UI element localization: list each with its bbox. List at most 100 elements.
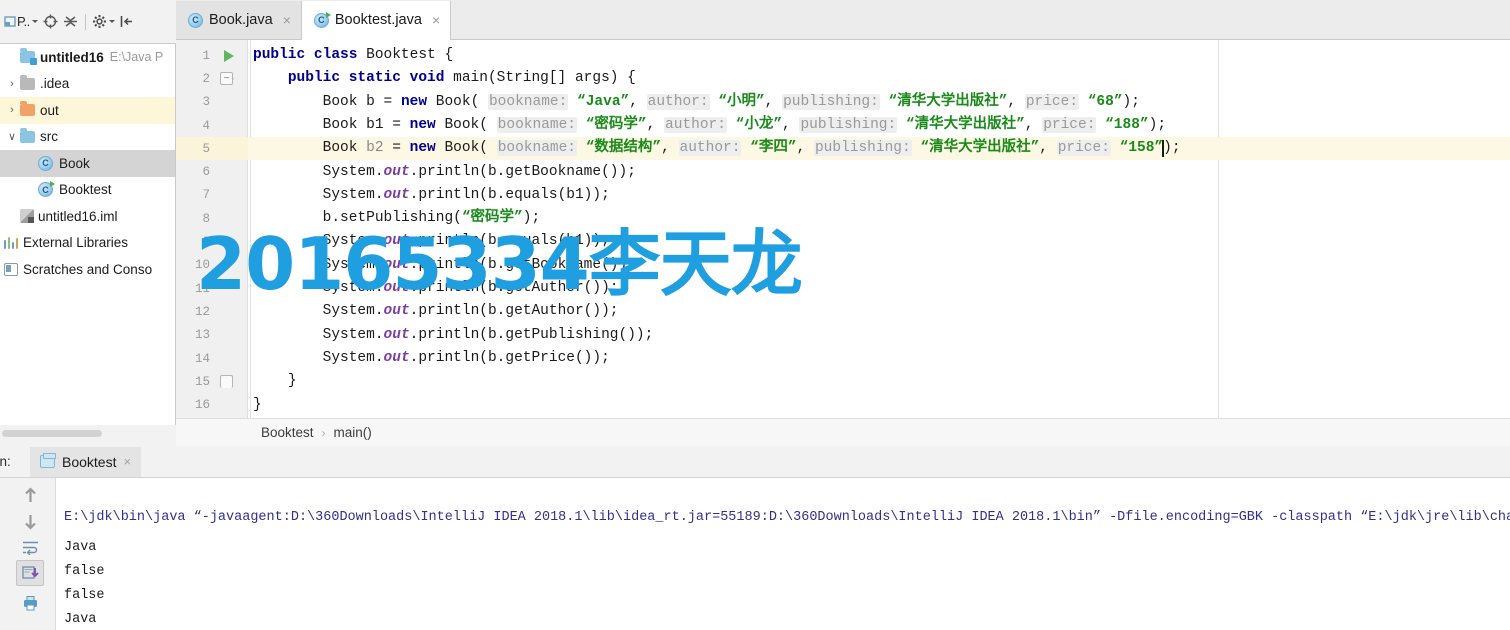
tree-item-label: Scratches and Conso (23, 261, 153, 277)
line-number: 5 (202, 141, 210, 156)
run-tab-booktest[interactable]: Booktest × (30, 446, 142, 477)
console-output[interactable]: E:\jdk\bin\java “-javaagent:D:\360Downlo… (56, 478, 1510, 630)
close-icon[interactable]: × (283, 12, 291, 28)
settings-button[interactable] (90, 10, 117, 34)
tab-book-java[interactable]: Book.java × (176, 1, 302, 39)
tree-item-book[interactable]: Book (0, 150, 175, 177)
param-hint-bookname: bookname: (496, 140, 578, 157)
chevron-right-icon[interactable]: › (4, 104, 20, 116)
editor-gutter[interactable]: 1 2 3 4 5 6 7 8 9 10 11 12 13 14 15 16 − (176, 40, 248, 418)
code-line-12: System.out.println(b.getAuthor()); (322, 303, 619, 320)
locate-file-button[interactable] (40, 10, 61, 34)
project-view-button[interactable]: P.. (2, 10, 40, 34)
run-panel-header: un: Booktest × (0, 446, 1510, 478)
arg-price: “158” (1119, 140, 1164, 157)
scrollbar-thumb[interactable] (2, 430, 102, 437)
code-line-1: public class Booktest { (253, 47, 454, 63)
code-line-3: Book b = new Book( bookname: “Java”, aut… (322, 93, 1140, 110)
arg-publishing: “清华大学出版社” (920, 140, 1040, 157)
tree-item-out[interactable]: › out (0, 97, 175, 124)
tree-item-scratches[interactable]: Scratches and Conso (0, 256, 175, 283)
param-hint-bookname: bookname: (496, 116, 577, 133)
project-folder-icon (20, 48, 37, 66)
java-class-icon (188, 12, 203, 28)
line-number: 7 (202, 188, 210, 203)
collapse-all-button[interactable] (61, 10, 81, 34)
code-line-10: System.out.println(b.getBookname()); (322, 256, 636, 273)
tree-item-label: Book (59, 155, 90, 171)
tree-item-label: untitled16.iml (38, 208, 118, 224)
scratches-icon (4, 262, 18, 276)
gutter-line: 16 (176, 394, 248, 417)
param-hint-author: author: (678, 140, 742, 157)
hide-panel-button[interactable] (117, 10, 137, 34)
gutter-line: 8 (176, 207, 248, 230)
close-icon[interactable]: × (123, 454, 131, 469)
tree-item-untitled16[interactable]: untitled16 E:\Java P (0, 44, 175, 71)
breadcrumb-class[interactable]: Booktest (261, 425, 314, 440)
tab-label: Booktest.java (334, 12, 422, 28)
settings-chevron-icon (108, 20, 115, 23)
tree-item-iml[interactable]: untitled16.iml (0, 203, 175, 230)
console-line: false (64, 564, 105, 579)
project-panel-icon (4, 16, 16, 27)
chevron-down-icon[interactable]: ∨ (4, 130, 20, 143)
idea-window: P.. C Book.java × C Booktest.java × unti… (0, 0, 1510, 630)
gutter-line: 10 (176, 254, 248, 277)
close-icon[interactable]: × (432, 12, 440, 28)
console-line: false (64, 588, 105, 603)
line-number: 16 (194, 398, 210, 413)
gutter-line: 13 (176, 324, 248, 347)
gutter-line: 15 (176, 370, 248, 393)
arg-bookname: “密码学” (585, 116, 647, 133)
code-line-4: Book b1 = new Book( bookname: “密码学”, aut… (322, 116, 1167, 133)
param-hint-price: price: (1024, 93, 1080, 110)
line-number: 6 (202, 165, 210, 180)
gutter-line: 12 (176, 300, 248, 323)
console-line: Java (64, 540, 97, 555)
line-number: 4 (202, 118, 210, 133)
fold-collapse-end-icon[interactable] (220, 375, 233, 388)
project-tree[interactable]: untitled16 E:\Java P › .idea › out ∨ src… (0, 44, 176, 425)
locate-icon (43, 14, 58, 29)
java-runnable-class-icon (313, 11, 331, 28)
soft-wrap-button[interactable] (16, 534, 44, 560)
arg-bookname: “数据结构” (585, 140, 662, 157)
next-occurrence-button[interactable] (16, 508, 44, 534)
tree-horizontal-scrollbar[interactable] (0, 428, 176, 438)
run-gutter-button[interactable] (210, 49, 248, 62)
tree-item-external-libraries[interactable]: External Libraries (0, 230, 175, 257)
project-label: P.. (17, 14, 30, 29)
tree-item-label: Booktest (59, 182, 112, 198)
param-hint-publishing: publishing: (799, 116, 898, 133)
run-icon (224, 49, 234, 62)
fold-collapse-icon[interactable]: − (220, 72, 233, 85)
text-caret (1162, 140, 1164, 157)
line-number: 12 (194, 304, 210, 319)
print-button[interactable] (16, 590, 44, 616)
tree-item-path: E:\Java P (109, 50, 164, 65)
console-line: Java (64, 612, 97, 627)
line-number: 11 (194, 281, 210, 296)
arg-author: “小龙” (735, 116, 783, 133)
breadcrumb[interactable]: Booktest › main() (176, 418, 1510, 446)
line-number: 2 (202, 71, 210, 86)
code-content[interactable]: public class Booktest { public static vo… (248, 40, 1510, 418)
tree-item-booktest[interactable]: Booktest (0, 177, 175, 204)
breadcrumb-method[interactable]: main() (334, 425, 372, 440)
print-icon (23, 596, 37, 611)
tree-item-src[interactable]: ∨ src (0, 124, 175, 151)
arg-price: “188” (1105, 116, 1149, 133)
line-number: 9 (202, 235, 210, 250)
line-number: 14 (194, 351, 210, 366)
code-editor[interactable]: 1 2 3 4 5 6 7 8 9 10 11 12 13 14 15 16 − (176, 40, 1510, 418)
tree-item-idea[interactable]: › .idea (0, 71, 175, 98)
prev-occurrence-button[interactable] (16, 482, 44, 508)
console-icon (40, 453, 56, 468)
tab-booktest-java[interactable]: Booktest.java × (301, 1, 452, 40)
tab-label: Book.java (209, 12, 273, 28)
gutter-line: 4 (176, 114, 248, 137)
scroll-to-end-button[interactable] (16, 560, 44, 586)
chevron-right-icon[interactable]: › (4, 78, 20, 90)
arg-publishing: “密码学” (461, 210, 523, 227)
